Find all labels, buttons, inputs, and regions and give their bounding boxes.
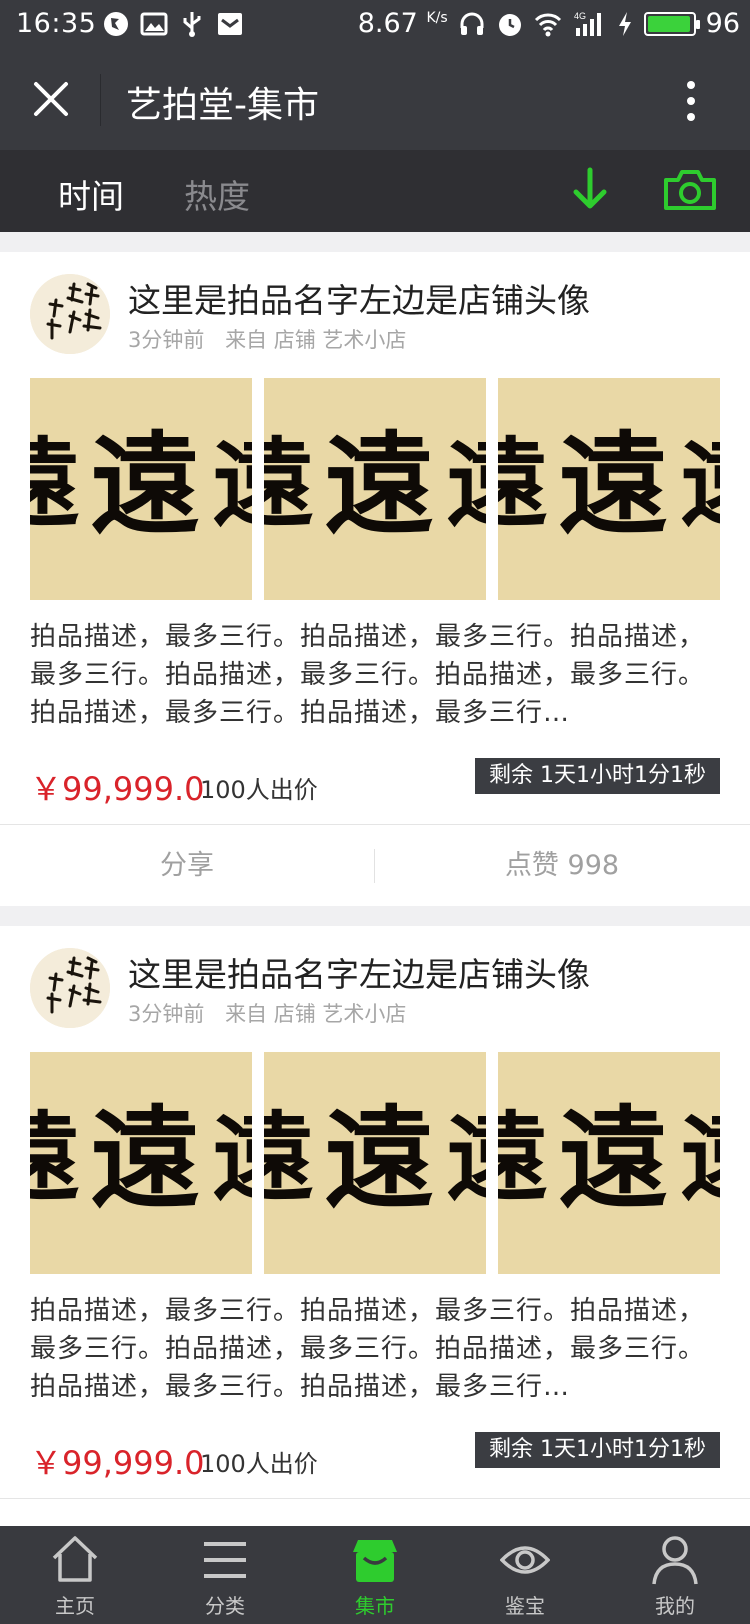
- network-speed-value: 8.67: [357, 8, 418, 39]
- user-icon: [652, 1536, 698, 1585]
- download-arrow-icon[interactable]: [570, 166, 610, 214]
- item-source[interactable]: 来自 店铺 艺术小店: [225, 328, 406, 352]
- wifi-icon: [534, 13, 561, 36]
- item-photo[interactable]: 遠遠遠: [264, 378, 486, 600]
- nav-home[interactable]: 主页: [0, 1526, 150, 1624]
- battery-icon: [643, 11, 700, 36]
- item-photo[interactable]: 遠遠遠: [498, 1052, 720, 1274]
- image-icon: [140, 12, 168, 36]
- bottom-navigation: 主页 分类 集市 鉴宝 我的: [0, 1526, 750, 1624]
- photo-calligraphy-char: 遠: [90, 420, 200, 549]
- nav-category[interactable]: 分类: [150, 1526, 300, 1624]
- camera-icon[interactable]: [662, 168, 718, 212]
- nav-market[interactable]: 集市: [300, 1526, 450, 1624]
- nav-market-label: 集市: [355, 1594, 395, 1618]
- nav-appraisal[interactable]: 鉴宝: [450, 1526, 600, 1624]
- item-price: ￥99,999.0: [30, 770, 205, 808]
- location-icon: [104, 12, 128, 36]
- photo-calligraphy-edge: 遠: [264, 1101, 314, 1214]
- photo-calligraphy-edge: 遠: [446, 1110, 486, 1206]
- item-photo-row: 遠遠遠 遠遠遠 遠遠遠: [30, 1052, 720, 1274]
- page-title: 艺拍堂-集市: [126, 85, 319, 126]
- item-time-ago: 3分钟前: [128, 1002, 205, 1026]
- auction-card[interactable]: 这里是拍品名字左边是店铺头像 3分钟前 来自 店铺 艺术小店 遠遠遠 遠遠遠 遠…: [0, 252, 750, 906]
- shop-avatar[interactable]: [30, 274, 110, 354]
- shop-avatar[interactable]: [30, 948, 110, 1028]
- item-time-ago: 3分钟前: [128, 328, 205, 352]
- item-meta: 3分钟前 来自 店铺 艺术小店: [128, 324, 420, 354]
- status-notification-icons: [102, 10, 244, 38]
- card-actions: 分享 点赞 998: [0, 824, 750, 906]
- photo-calligraphy-edge: 遠: [264, 427, 314, 540]
- photo-calligraphy-edge: 遠: [446, 436, 486, 532]
- sort-tab-bar: 时间 热度: [0, 150, 750, 232]
- photo-calligraphy-edge: 遠: [680, 436, 720, 532]
- nav-category-label: 分类: [205, 1594, 245, 1618]
- close-icon[interactable]: [28, 76, 74, 122]
- signal-icon: 4G: [574, 11, 601, 36]
- photo-calligraphy-char: 遠: [558, 1094, 668, 1223]
- photo-calligraphy-edge: 遠: [498, 1101, 548, 1214]
- battery-percent: 96: [705, 8, 740, 39]
- usb-icon: [183, 12, 201, 37]
- item-photo-row: 遠遠遠 遠遠遠 遠遠遠: [30, 378, 720, 600]
- time-remaining-badge: 剩余 1天1小时1分1秒: [475, 1432, 720, 1468]
- mail-icon: [218, 13, 242, 35]
- time-remaining-badge: 剩余 1天1小时1分1秒: [475, 758, 720, 794]
- nav-mine-label: 我的: [655, 1594, 695, 1618]
- photo-calligraphy-edge: 遠: [30, 427, 80, 540]
- tab-time[interactable]: 时间: [58, 170, 124, 218]
- status-bar: 16:35 8.67 K/s 4G 96: [0, 0, 750, 52]
- headphones-icon: [460, 12, 484, 35]
- nav-mine[interactable]: 我的: [600, 1526, 750, 1624]
- item-title[interactable]: 这里是拍品名字左边是店铺头像: [128, 948, 590, 996]
- alarm-icon: [498, 13, 521, 36]
- item-meta: 3分钟前 来自 店铺 艺术小店: [128, 998, 420, 1028]
- item-title[interactable]: 这里是拍品名字左边是店铺头像: [128, 274, 590, 322]
- photo-calligraphy-edge: 遠: [212, 1110, 252, 1206]
- like-button[interactable]: 点赞 998: [375, 825, 749, 907]
- home-icon: [52, 1536, 98, 1582]
- calligraphy-avatar-image: [30, 274, 110, 354]
- photo-calligraphy-char: 遠: [558, 420, 668, 549]
- nav-appraisal-label: 鉴宝: [505, 1594, 545, 1618]
- network-speed-unit: K/s: [426, 10, 448, 26]
- calligraphy-avatar-image: [30, 948, 110, 1028]
- network-speed: 8.67 K/s: [358, 8, 448, 39]
- auction-card[interactable]: 这里是拍品名字左边是店铺头像 3分钟前 来自 店铺 艺术小店 遠遠遠 遠遠遠 遠…: [0, 926, 750, 1526]
- item-photo[interactable]: 遠遠遠: [30, 1052, 252, 1274]
- eye-icon: [500, 1546, 550, 1574]
- item-photo[interactable]: 遠遠遠: [498, 378, 720, 600]
- item-description: 拍品描述，最多三行。拍品描述，最多三行。拍品描述，最多三行。拍品描述，最多三行。…: [30, 622, 706, 728]
- photo-calligraphy-char: 遠: [324, 1094, 434, 1223]
- menu-icon: [204, 1542, 246, 1578]
- market-icon: [353, 1540, 397, 1582]
- network-type: 4G: [574, 11, 586, 21]
- charging-icon: [618, 11, 631, 36]
- nav-home-label: 主页: [55, 1594, 95, 1618]
- share-button[interactable]: 分享: [0, 825, 374, 907]
- tab-popularity[interactable]: 热度: [184, 170, 250, 218]
- item-bidder-count: 100人出价: [200, 776, 318, 804]
- photo-calligraphy-edge: 遠: [30, 1101, 80, 1214]
- status-right-group: 8.67 K/s 4G 96: [358, 8, 740, 39]
- item-price: ￥99,999.0: [30, 1444, 205, 1482]
- item-description: 拍品描述，最多三行。拍品描述，最多三行。拍品描述，最多三行。拍品描述，最多三行。…: [30, 1296, 706, 1402]
- battery-fill: [647, 15, 690, 32]
- photo-calligraphy-edge: 遠: [680, 1110, 720, 1206]
- item-photo[interactable]: 遠遠遠: [30, 378, 252, 600]
- photo-calligraphy-edge: 遠: [212, 436, 252, 532]
- photo-calligraphy-char: 遠: [324, 420, 434, 549]
- photo-calligraphy-edge: 遠: [498, 427, 548, 540]
- title-bar: 艺拍堂-集市: [0, 52, 750, 150]
- title-divider: [100, 74, 101, 126]
- status-time: 16:35: [16, 8, 97, 39]
- photo-calligraphy-char: 遠: [90, 1094, 200, 1223]
- more-vertical-icon[interactable]: [676, 78, 706, 124]
- item-source[interactable]: 来自 店铺 艺术小店: [225, 1002, 406, 1026]
- item-bidder-count: 100人出价: [200, 1450, 318, 1478]
- item-photo[interactable]: 遠遠遠: [264, 1052, 486, 1274]
